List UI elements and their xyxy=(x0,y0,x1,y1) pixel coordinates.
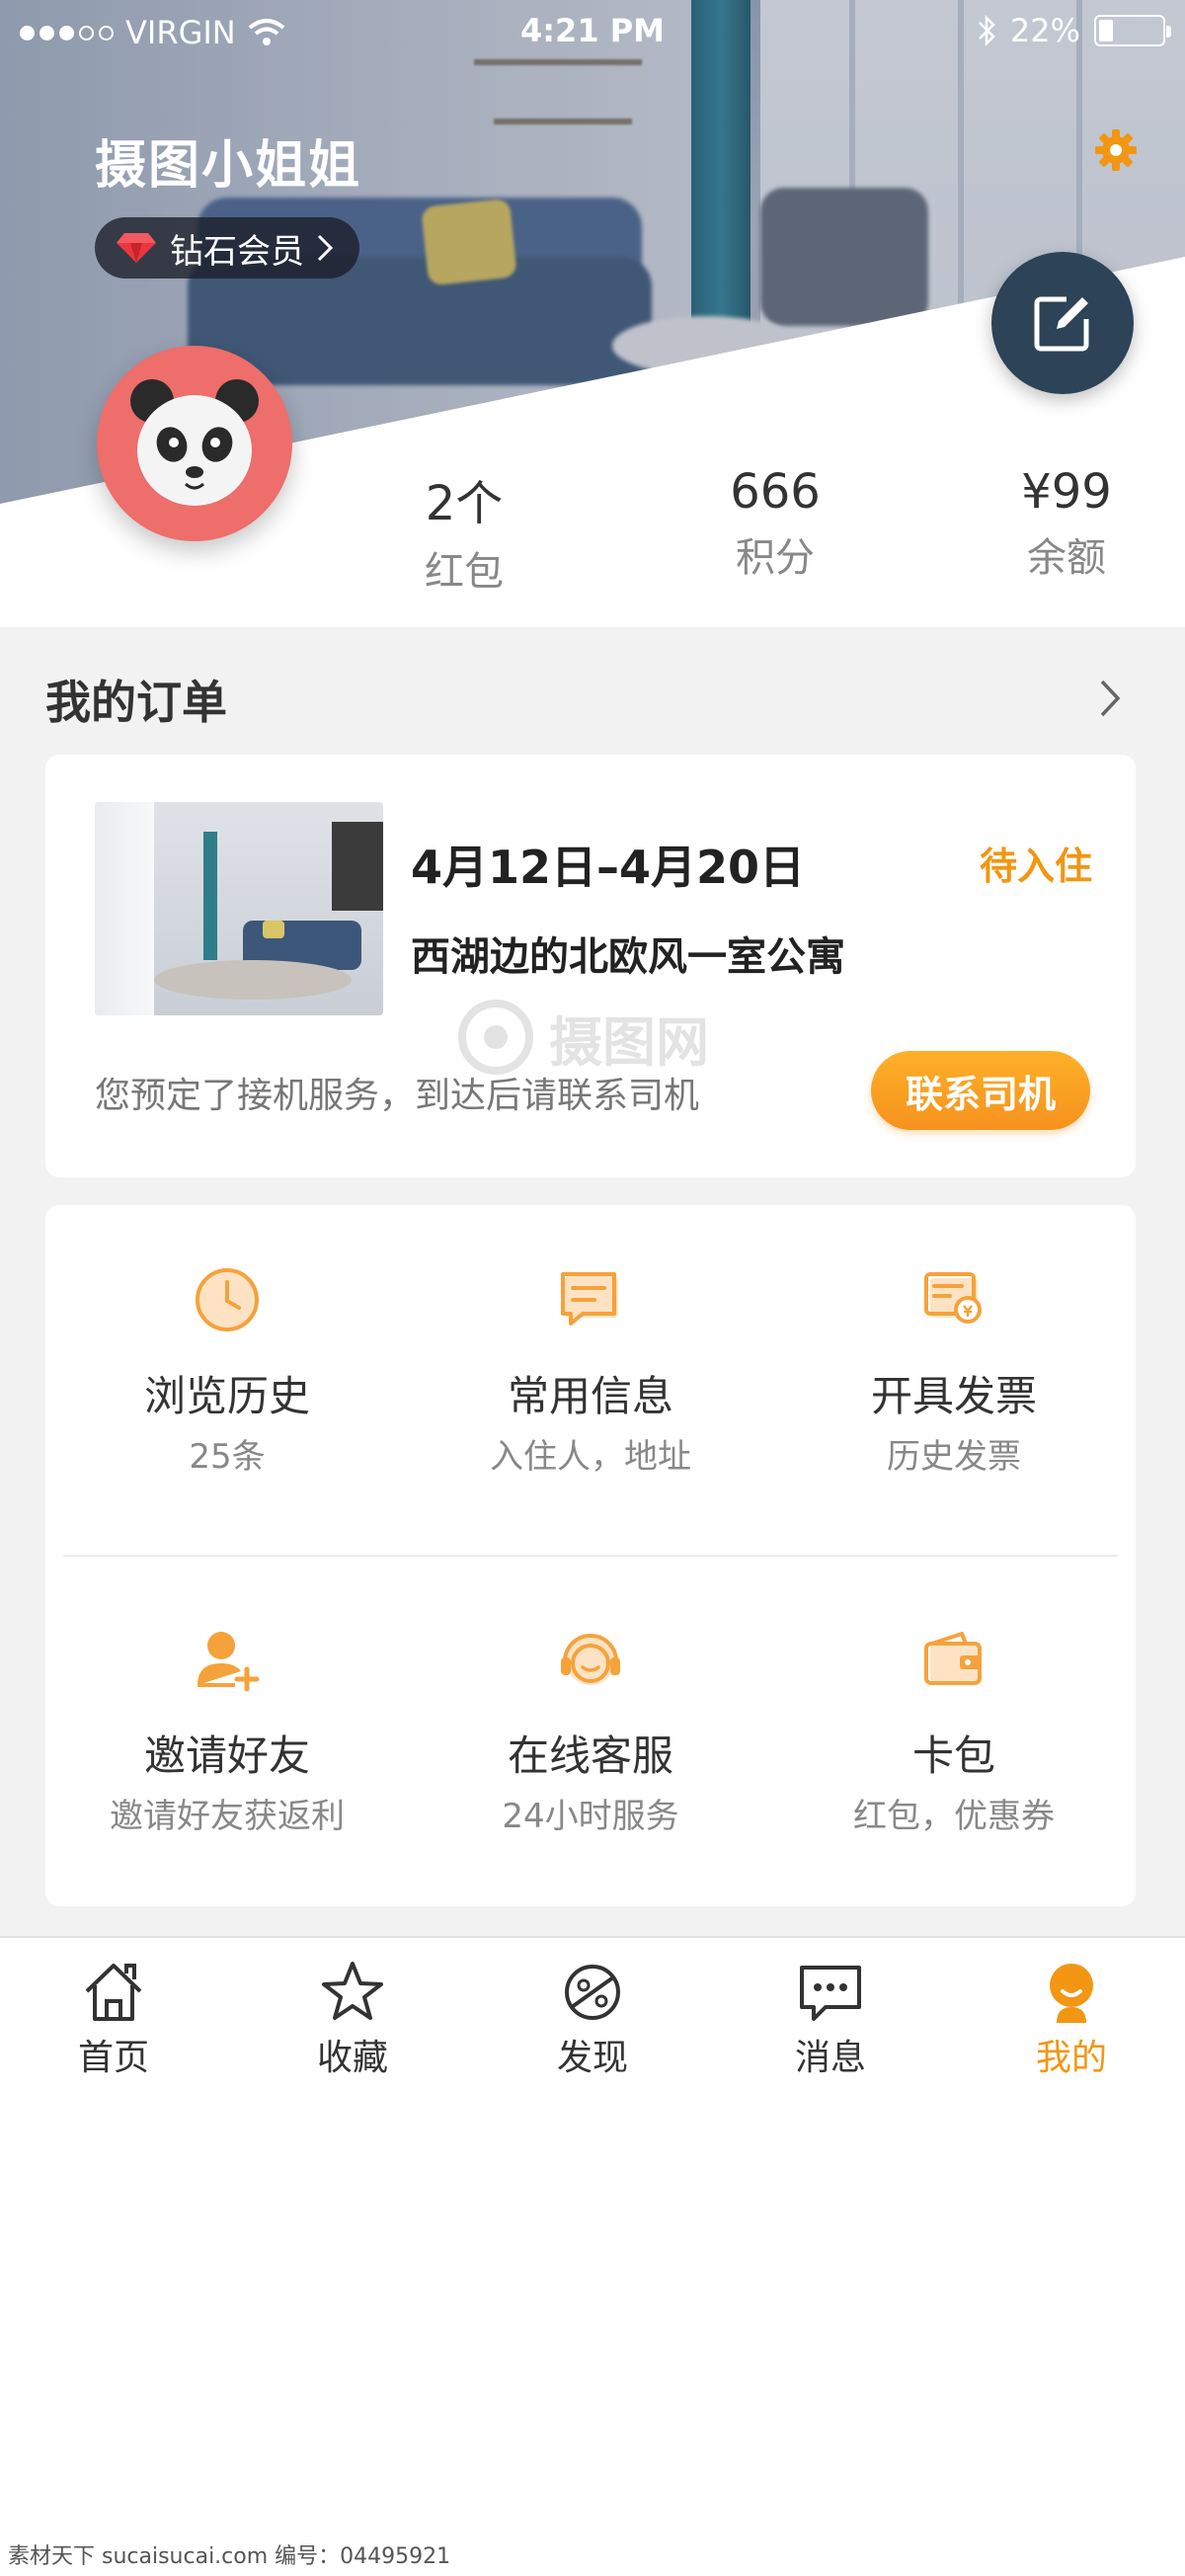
add-user-icon xyxy=(198,1632,260,1692)
edit-icon xyxy=(1034,296,1089,352)
star-icon xyxy=(322,1962,383,2020)
bluetooth-icon xyxy=(978,15,995,46)
service-card-wallet[interactable]: 卡包 红包，优惠券 xyxy=(772,1624,1136,1837)
panda-icon xyxy=(130,379,259,506)
invoice-icon xyxy=(924,1272,982,1324)
bottom-tab-bar: 首页 收藏 发现 消息 我的 xyxy=(0,1936,1185,2094)
tab-label: 收藏 xyxy=(316,2038,388,2078)
tab-label: 我的 xyxy=(1035,2038,1107,2078)
service-common-info[interactable]: 常用信息 入住人，地址 xyxy=(409,1264,772,1478)
stat-value: 666 xyxy=(730,464,821,520)
service-subtitle: 24小时服务 xyxy=(502,1797,679,1836)
service-subtitle: 邀请好友获返利 xyxy=(110,1797,345,1836)
watermark: 摄图网 xyxy=(456,998,709,1077)
wallet-icon xyxy=(924,1632,982,1685)
tab-messages[interactable]: 消息 xyxy=(712,1958,949,2080)
orders-chevron-right-icon[interactable] xyxy=(1096,674,1126,723)
edit-profile-button[interactable] xyxy=(991,252,1134,394)
service-subtitle: 25条 xyxy=(189,1437,266,1477)
tab-label: 消息 xyxy=(794,2038,866,2078)
watermark-logo-icon xyxy=(458,1000,533,1075)
service-subtitle: 红包，优惠券 xyxy=(853,1797,1055,1836)
service-title: 在线客服 xyxy=(507,1731,673,1780)
tab-discover[interactable]: 发现 xyxy=(474,1958,711,2080)
battery-percent: 22% xyxy=(1009,12,1080,49)
service-subtitle: 入住人，地址 xyxy=(490,1437,691,1477)
tab-label: 发现 xyxy=(556,2038,628,2078)
order-thumbnail xyxy=(95,802,383,1015)
stat-balance[interactable]: ¥99 余额 xyxy=(948,464,1185,583)
watermark-text: 摄图网 xyxy=(549,1010,709,1074)
stat-points[interactable]: 666 积分 xyxy=(657,464,894,583)
stat-red-packets[interactable]: 2个 红包 xyxy=(346,464,583,597)
battery-icon xyxy=(1094,15,1171,46)
order-card[interactable]: 4月12日–4月20日 待入住 西湖边的北欧风一室公寓 您预定了接机服务，到达后… xyxy=(45,755,1136,1177)
service-title: 浏览历史 xyxy=(143,1372,310,1420)
stat-value: ¥99 xyxy=(1021,464,1112,520)
tab-favorites[interactable]: 收藏 xyxy=(234,1958,471,2080)
service-browse-history[interactable]: 浏览历史 25条 xyxy=(45,1264,409,1478)
home-icon xyxy=(85,1964,142,2021)
service-invoice[interactable]: 开具发票 历史发票 xyxy=(772,1264,1136,1478)
service-title: 卡包 xyxy=(911,1731,995,1780)
tab-profile[interactable]: 我的 xyxy=(953,1958,1185,2080)
membership-badge[interactable]: 钻石会员 xyxy=(95,217,359,279)
status-bar: VIRGIN 4:21 PM 22% xyxy=(0,0,1185,65)
avatar[interactable] xyxy=(97,346,292,541)
user-icon xyxy=(1050,1964,1093,2023)
diamond-icon xyxy=(117,233,156,263)
services-divider xyxy=(63,1555,1118,1557)
tab-home[interactable]: 首页 xyxy=(0,1958,232,2080)
service-title: 常用信息 xyxy=(507,1372,673,1420)
stat-value: 2个 xyxy=(425,476,504,531)
service-title: 开具发票 xyxy=(870,1372,1037,1420)
order-status: 待入住 xyxy=(979,845,1092,888)
stat-label: 积分 xyxy=(736,535,815,581)
settings-gear-icon[interactable] xyxy=(1094,128,1138,172)
service-title: 邀请好友 xyxy=(143,1731,310,1780)
message-card-icon xyxy=(561,1272,618,1326)
membership-label: 钻石会员 xyxy=(170,231,304,272)
tab-label: 首页 xyxy=(77,2038,149,2078)
order-dates: 4月12日–4月20日 xyxy=(411,841,806,894)
username: 摄图小姐姐 xyxy=(95,136,362,196)
stat-label: 余额 xyxy=(1027,535,1106,581)
planet-icon xyxy=(565,1965,620,2020)
service-subtitle: 历史发票 xyxy=(887,1437,1021,1477)
service-online-support[interactable]: 在线客服 24小时服务 xyxy=(409,1624,772,1837)
clock-icon xyxy=(196,1268,259,1331)
order-listing-name: 西湖边的北欧风一室公寓 xyxy=(411,934,845,980)
footer-watermark: 素材天下 sucaisucai.com 编号：04495921 xyxy=(8,2544,451,2569)
chat-icon xyxy=(800,1966,861,2021)
chevron-right-icon xyxy=(317,234,334,262)
headset-icon xyxy=(561,1634,620,1685)
stat-label: 红包 xyxy=(425,549,504,595)
orders-section-title: 我的订单 xyxy=(45,676,227,729)
services-card: 浏览历史 25条 常用信息 入住人，地址 开具发票 历史发票 邀请好友 邀请好友… xyxy=(45,1205,1136,1906)
contact-driver-button[interactable]: 联系司机 xyxy=(871,1051,1090,1130)
service-invite-friends[interactable]: 邀请好友 邀请好友获返利 xyxy=(45,1624,409,1837)
